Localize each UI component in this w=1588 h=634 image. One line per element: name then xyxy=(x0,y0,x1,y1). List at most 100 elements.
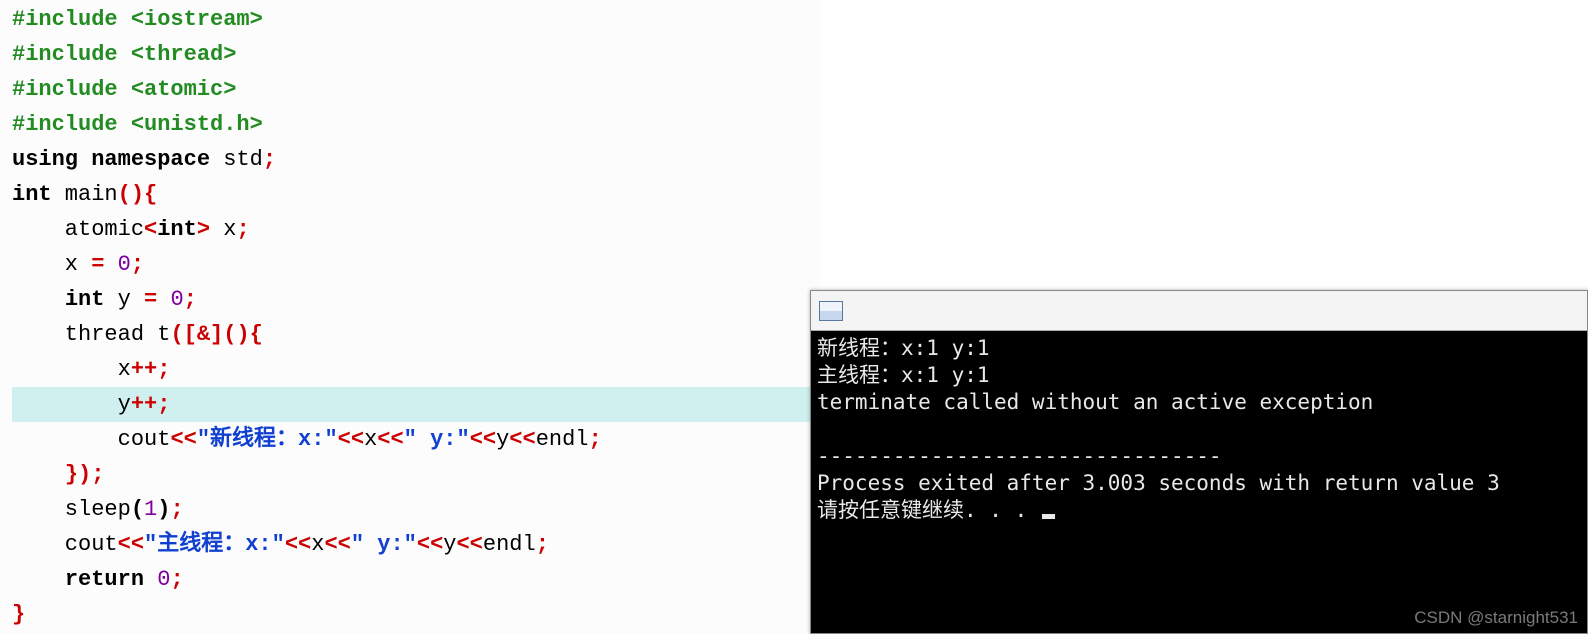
code-token: << xyxy=(417,532,443,557)
code-line[interactable]: int y = 0; xyxy=(12,282,820,317)
terminal-line: terminate called without an active excep… xyxy=(817,390,1373,414)
code-token: < xyxy=(144,217,157,242)
code-token: endl xyxy=(536,427,589,452)
code-token xyxy=(157,287,170,312)
code-token: > xyxy=(197,217,210,242)
code-token: } xyxy=(12,602,25,627)
terminal-line: 新线程：x:1 y:1 xyxy=(817,336,990,360)
code-token: " y:" xyxy=(404,427,470,452)
code-token: y xyxy=(496,427,509,452)
code-line[interactable]: x++; xyxy=(12,352,820,387)
code-line[interactable]: using namespace std; xyxy=(12,142,820,177)
terminal-titlebar[interactable] xyxy=(811,291,1587,331)
code-token xyxy=(12,567,65,592)
code-token: #include <thread> xyxy=(12,42,236,67)
code-line[interactable]: x = 0; xyxy=(12,247,820,282)
code-token: 1 xyxy=(144,497,157,522)
code-line[interactable]: } xyxy=(12,597,820,632)
code-token: ([&](){ xyxy=(170,322,262,347)
code-token: main xyxy=(52,182,118,207)
code-line[interactable]: y++; xyxy=(12,387,820,422)
code-token: ; xyxy=(131,252,144,277)
code-token: x xyxy=(12,357,131,382)
code-token: "新线程：x:" xyxy=(197,427,338,452)
code-token: ; xyxy=(236,217,249,242)
code-token: cout xyxy=(12,427,170,452)
code-token: return xyxy=(65,567,144,592)
code-token: " y:" xyxy=(351,532,417,557)
code-token: ( xyxy=(131,497,144,522)
cursor-icon xyxy=(1042,514,1055,519)
code-token: ++; xyxy=(131,392,171,417)
terminal-line: -------------------------------- xyxy=(817,444,1222,468)
code-token: x xyxy=(12,252,91,277)
watermark: CSDN @starnight531 xyxy=(1414,608,1578,628)
code-token: = xyxy=(91,252,104,277)
code-line[interactable]: #include <atomic> xyxy=(12,72,820,107)
terminal-window: 新线程：x:1 y:1 主线程：x:1 y:1 terminate called… xyxy=(810,290,1588,634)
code-token: endl xyxy=(483,532,536,557)
code-line[interactable]: int main(){ xyxy=(12,177,820,212)
code-token: atomic xyxy=(12,217,144,242)
code-token: << xyxy=(285,532,311,557)
code-token: using namespace xyxy=(12,147,210,172)
code-token: << xyxy=(377,427,403,452)
code-token: int xyxy=(12,182,52,207)
code-token: << xyxy=(338,427,364,452)
terminal-line: 主线程：x:1 y:1 xyxy=(817,363,990,387)
code-token: }); xyxy=(65,462,105,487)
code-token: int xyxy=(65,287,105,312)
code-line[interactable]: #include <thread> xyxy=(12,37,820,72)
terminal-line: 请按任意键继续. . . xyxy=(817,498,1040,522)
code-token: "主线程：x:" xyxy=(144,532,285,557)
code-token xyxy=(144,567,157,592)
code-token: ; xyxy=(536,532,549,557)
code-token xyxy=(12,287,65,312)
code-token: << xyxy=(170,427,196,452)
code-line[interactable]: atomic<int> x; xyxy=(12,212,820,247)
code-token xyxy=(104,252,117,277)
code-token: << xyxy=(456,532,482,557)
code-line[interactable]: thread t([&](){ xyxy=(12,317,820,352)
code-token: << xyxy=(470,427,496,452)
code-token: ) xyxy=(157,497,170,522)
code-token: 0 xyxy=(170,287,183,312)
code-token: std xyxy=(210,147,263,172)
code-token: y xyxy=(12,392,131,417)
code-token xyxy=(12,462,65,487)
code-token: #include <iostream> xyxy=(12,7,263,32)
code-line[interactable]: cout<<"新线程：x:"<<x<<" y:"<<y<<endl; xyxy=(12,422,820,457)
code-line[interactable]: return 0; xyxy=(12,562,820,597)
code-token: cout xyxy=(12,532,118,557)
code-token: int xyxy=(157,217,197,242)
code-token: ; xyxy=(170,567,183,592)
code-token: << xyxy=(324,532,350,557)
code-token: #include <atomic> xyxy=(12,77,236,102)
code-token: ; xyxy=(184,287,197,312)
code-token: x xyxy=(210,217,236,242)
code-token: = xyxy=(144,287,157,312)
code-editor[interactable]: #include <iostream> #include <thread> #inc… xyxy=(0,0,820,634)
code-token: thread t xyxy=(12,322,170,347)
code-token: ; xyxy=(263,147,276,172)
code-line[interactable]: cout<<"主线程：x:"<<x<<" y:"<<y<<endl; xyxy=(12,527,820,562)
code-token: ; xyxy=(170,497,183,522)
code-line[interactable]: #include <unistd.h> xyxy=(12,107,820,142)
terminal-app-icon xyxy=(819,301,843,321)
code-token: (){ xyxy=(118,182,158,207)
code-line[interactable]: #include <iostream> xyxy=(12,2,820,37)
code-token: 0 xyxy=(118,252,131,277)
code-token: ; xyxy=(589,427,602,452)
terminal-output[interactable]: 新线程：x:1 y:1 主线程：x:1 y:1 terminate called… xyxy=(811,331,1587,633)
code-token: x xyxy=(364,427,377,452)
code-token: << xyxy=(118,532,144,557)
code-token: y xyxy=(104,287,144,312)
code-token: << xyxy=(509,427,535,452)
code-token: ++; xyxy=(131,357,171,382)
code-token: 0 xyxy=(157,567,170,592)
terminal-line: Process exited after 3.003 seconds with … xyxy=(817,471,1500,495)
code-line[interactable]: sleep(1); xyxy=(12,492,820,527)
code-line[interactable]: }); xyxy=(12,457,820,492)
code-token: sleep xyxy=(12,497,131,522)
code-token: #include <unistd.h> xyxy=(12,112,263,137)
